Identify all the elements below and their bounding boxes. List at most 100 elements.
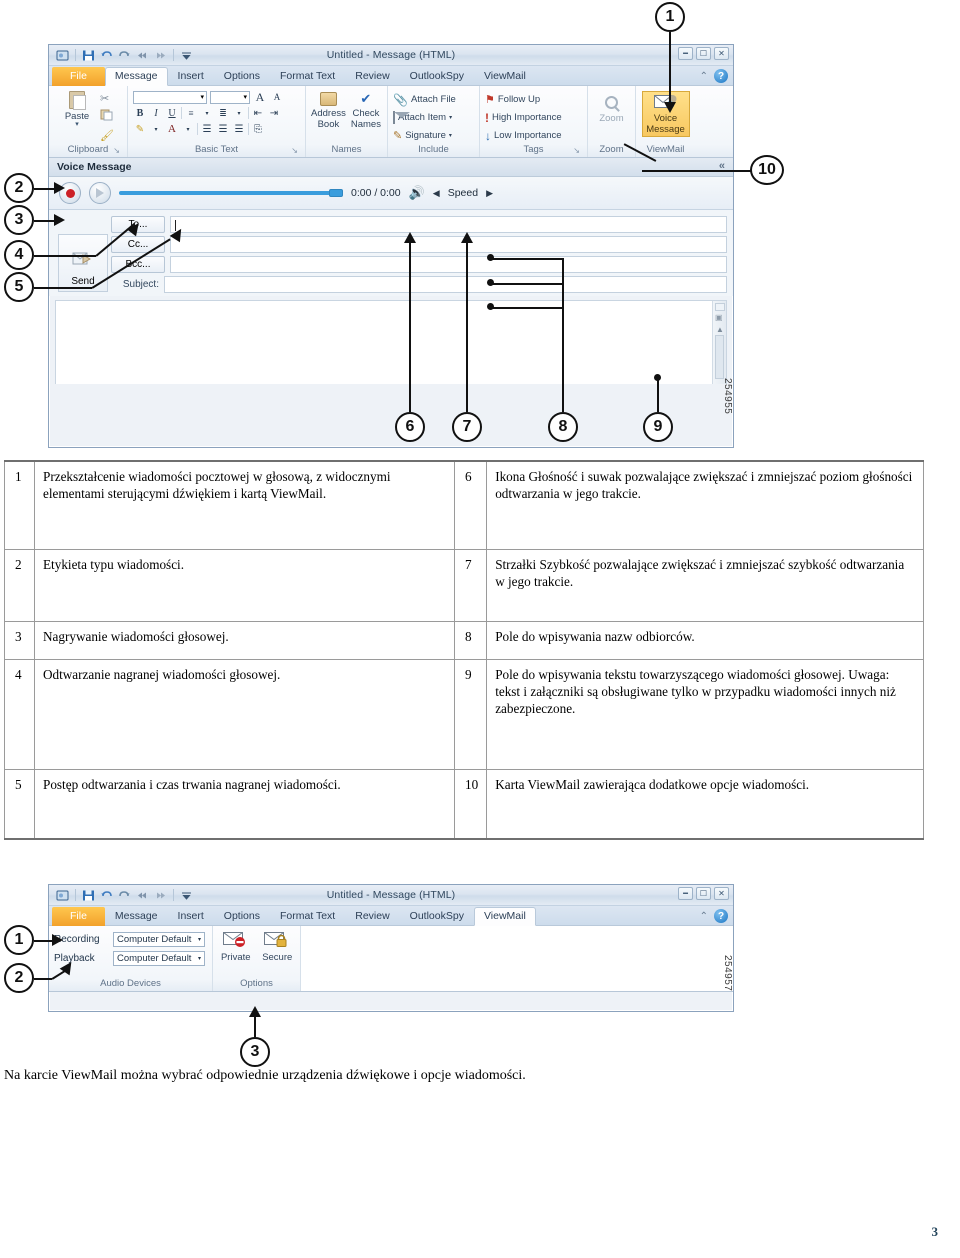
collapse-ribbon-icon[interactable]: ⌃ (700, 71, 708, 82)
outlook-compose-window-1[interactable]: Untitled - Message (HTML) ━ ☐ ✕ File Mes… (48, 44, 734, 448)
help-icon[interactable]: ? (714, 69, 728, 83)
row-1-right-num: 6 (453, 460, 488, 550)
bullets-icon[interactable]: ≡ (184, 106, 198, 120)
minimize-icon[interactable]: ━ (678, 887, 693, 900)
tab-file[interactable]: File (52, 67, 105, 86)
tab-insert[interactable]: Insert (168, 67, 214, 86)
shrink-font-icon[interactable]: A (270, 90, 284, 104)
font-size-combo[interactable]: ▾ (210, 90, 250, 104)
attach-file-button[interactable]: 📎 Attach File (393, 92, 456, 107)
ribbon-tab-right-controls-2[interactable]: ⌃ ? (700, 909, 728, 923)
zoom-button[interactable]: Zoom (593, 96, 630, 124)
attach-item-dropdown-icon[interactable]: ▾ (449, 114, 452, 121)
voice-message-button[interactable]: Voice Message (641, 91, 690, 137)
align-center-icon[interactable]: ☰ (216, 122, 230, 136)
format-painter-icon[interactable]: 🖌 (100, 129, 114, 142)
tab-outlookspy[interactable]: OutlookSpy (400, 67, 474, 86)
align-left-icon[interactable]: ☰ (200, 122, 214, 136)
ribbon-tabs-2[interactable]: File Message Insert Options Format Text … (49, 906, 733, 926)
tab-review-2[interactable]: Review (345, 907, 399, 926)
clipboard-dialog-launcher-icon[interactable]: ↘ (113, 146, 120, 155)
window-buttons[interactable]: ━ ☐ ✕ (678, 47, 729, 60)
signature-button[interactable]: ✎ Signature ▾ (393, 128, 452, 143)
tab-options-2[interactable]: Options (214, 907, 270, 926)
numbering-dropdown-icon[interactable]: ▾ (232, 106, 246, 120)
address-book-button[interactable]: Address Book (311, 92, 346, 130)
bold-button[interactable]: B (133, 106, 147, 120)
paste-button[interactable]: Paste ▾ (54, 90, 100, 128)
tab-review[interactable]: Review (345, 67, 399, 86)
close-icon[interactable]: ✕ (714, 887, 729, 900)
chevron-down-icon[interactable]: ▾ (198, 955, 201, 962)
body-scrollbar[interactable]: ▣ ▲ (712, 301, 726, 384)
tab-file-2[interactable]: File (52, 907, 105, 926)
cc-input[interactable] (170, 236, 727, 253)
scroll-up-icon[interactable]: ▲ (716, 325, 724, 334)
high-importance-button[interactable]: ! High Importance (485, 110, 562, 125)
speed-decrease-icon[interactable]: ◀ (433, 188, 440, 199)
maximize-icon[interactable]: ☐ (696, 887, 711, 900)
recording-device-select[interactable]: Computer Default ▾ (113, 932, 205, 947)
speed-increase-icon[interactable]: ▶ (486, 188, 493, 199)
maximize-icon[interactable]: ☐ (696, 47, 711, 60)
check-names-button[interactable]: Check Names (350, 91, 382, 130)
secure-button[interactable]: Secure (260, 931, 296, 963)
bcc-input[interactable] (170, 256, 727, 273)
tab-format-text-2[interactable]: Format Text (270, 907, 345, 926)
ribbon-2[interactable]: Recording Computer Default ▾ Playback Co… (49, 926, 733, 992)
playback-progress-slider[interactable] (119, 189, 343, 197)
tab-message[interactable]: Message (104, 67, 168, 86)
volume-icon[interactable]: 🔊 (409, 185, 425, 201)
clear-formatting-icon[interactable]: ⎘ (251, 122, 265, 136)
low-importance-button[interactable]: ↓ Low Importance (485, 128, 562, 143)
tab-message-2[interactable]: Message (105, 907, 168, 926)
cut-icon[interactable]: ✂ (100, 92, 114, 105)
scroll-thumb[interactable] (715, 335, 724, 379)
play-button[interactable] (89, 182, 111, 204)
playback-progress-thumb[interactable] (328, 189, 343, 197)
subject-input[interactable] (164, 276, 727, 293)
collapse-ribbon-icon[interactable]: ⌃ (700, 911, 708, 922)
cc-button[interactable]: Cc... (111, 236, 165, 253)
copy-icon[interactable] (100, 108, 114, 126)
font-name-combo[interactable]: ▾ (133, 90, 207, 104)
decrease-indent-icon[interactable]: ⇤ (251, 106, 265, 120)
ribbon-tabs[interactable]: File Message Insert Options Format Text … (49, 66, 733, 86)
tab-viewmail[interactable]: ViewMail (474, 67, 536, 86)
select-browse-object-icon[interactable]: ▣ (715, 313, 723, 322)
chevron-down-icon[interactable]: ▾ (198, 936, 201, 943)
italic-button[interactable]: I (149, 106, 163, 120)
tab-insert-2[interactable]: Insert (168, 907, 214, 926)
signature-dropdown-icon[interactable]: ▾ (449, 132, 452, 139)
window-buttons-2[interactable]: ━ ☐ ✕ (678, 887, 729, 900)
increase-indent-icon[interactable]: ⇥ (267, 106, 281, 120)
private-button[interactable]: Private (218, 931, 254, 963)
help-icon[interactable]: ? (714, 909, 728, 923)
follow-up-button[interactable]: ⚑ Follow Up (485, 92, 540, 107)
basic-text-dialog-launcher-icon[interactable]: ↘ (291, 146, 298, 155)
message-body-area[interactable]: ▣ ▲ (55, 300, 727, 384)
tags-dialog-launcher-icon[interactable]: ↘ (573, 146, 580, 155)
tab-options[interactable]: Options (214, 67, 270, 86)
font-color-dropdown-icon[interactable]: ▾ (181, 122, 195, 136)
paste-dropdown-icon[interactable]: ▾ (75, 121, 79, 128)
tab-outlookspy-2[interactable]: OutlookSpy (400, 907, 474, 926)
voice-message-player-bar[interactable]: 0:00 / 0:00 🔊 ◀ Speed ▶ (49, 177, 733, 210)
ribbon-tab-right-controls[interactable]: ⌃ ? (700, 69, 728, 83)
playback-device-select[interactable]: Computer Default ▾ (113, 951, 205, 966)
outlook-compose-window-2[interactable]: Untitled - Message (HTML) ━ ☐ ✕ File Mes… (48, 884, 734, 1012)
to-input[interactable] (170, 216, 727, 233)
minimize-icon[interactable]: ━ (678, 47, 693, 60)
highlight-dropdown-icon[interactable]: ▾ (149, 122, 163, 136)
numbering-icon[interactable]: ≣ (216, 106, 230, 120)
tab-format-text[interactable]: Format Text (270, 67, 345, 86)
close-icon[interactable]: ✕ (714, 47, 729, 60)
bullets-dropdown-icon[interactable]: ▾ (200, 106, 214, 120)
grow-font-icon[interactable]: A (253, 90, 267, 104)
attach-item-button[interactable]: Attach Item ▾ (393, 110, 452, 125)
font-color-icon[interactable]: A (165, 122, 179, 136)
align-right-icon[interactable]: ☰ (232, 122, 246, 136)
tab-viewmail-2[interactable]: ViewMail (473, 907, 536, 926)
text-highlight-icon[interactable]: ✎ (133, 122, 147, 136)
underline-button[interactable]: U (165, 106, 179, 120)
